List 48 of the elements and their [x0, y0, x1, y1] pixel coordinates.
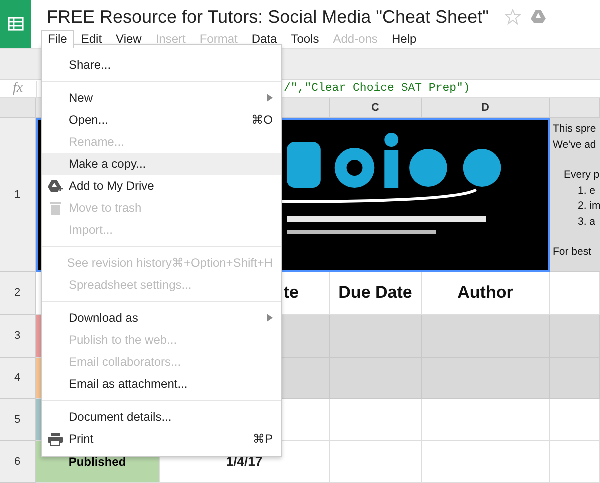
menu-option[interactable]: Email as attachment... [42, 373, 281, 395]
sheets-logo[interactable] [0, 0, 31, 48]
table-cell [550, 399, 600, 441]
menu-option[interactable]: Make a copy... [42, 153, 281, 175]
menu-item[interactable]: File [41, 30, 74, 48]
menu-option[interactable]: Share... [42, 54, 281, 76]
function-label: fx [0, 80, 37, 96]
note-text: 2. im [577, 199, 600, 214]
document-title[interactable]: FREE Resource for Tutors: Social Media "Cheat Sheet" [47, 6, 489, 28]
select-all-corner[interactable] [0, 98, 36, 118]
date-text: 1/4/17 [226, 454, 263, 469]
row-header[interactable]: 2 [0, 272, 36, 315]
menu-option[interactable]: Open... ⌘O [42, 109, 281, 131]
shortcut-text: ⌘+Option+Shift+H [172, 256, 273, 270]
menu-item[interactable]: Edit [74, 30, 110, 48]
column-header[interactable]: C [330, 98, 422, 118]
menu-item[interactable]: View [109, 30, 149, 48]
printer-icon [48, 432, 63, 446]
column-header[interactable] [550, 98, 600, 118]
note-text: Every p [563, 168, 600, 183]
formula-field[interactable]: /","Clear Choice SAT Prep") [284, 82, 470, 95]
sheet-grid-icon [8, 17, 24, 31]
row-header[interactable]: 5 [0, 399, 36, 441]
note-text: This spre [553, 122, 598, 137]
note-text: We've ad [553, 138, 598, 152]
menu-option[interactable]: Add to My Drive [42, 175, 281, 197]
shortcut-text: ⌘O [252, 113, 273, 127]
trash-icon [50, 201, 61, 215]
row-header[interactable]: 3 [0, 315, 36, 358]
note-text: 3. a [577, 214, 597, 230]
row-header[interactable]: 4 [0, 358, 36, 399]
menu-option[interactable]: New [42, 87, 281, 109]
menu-item[interactable]: Data [244, 30, 284, 48]
menu-option[interactable]: Document details... [42, 406, 281, 428]
row-header[interactable]: 1 [0, 118, 36, 272]
star-icon[interactable] [504, 9, 521, 25]
table-cell [550, 315, 600, 358]
column-header[interactable]: D [422, 98, 550, 118]
row-header[interactable]: 6 [0, 441, 36, 483]
shortcut-text: ⌘P [252, 432, 273, 446]
drive-add-icon [48, 180, 63, 192]
table-cell [550, 358, 600, 399]
note-text: For best [553, 245, 593, 260]
table-cell [550, 441, 600, 483]
note-text: 1. e [577, 184, 597, 198]
drive-icon[interactable] [530, 10, 547, 24]
menu-item[interactable]: Tools [284, 30, 326, 48]
menu-item[interactable]: Help [384, 30, 424, 48]
